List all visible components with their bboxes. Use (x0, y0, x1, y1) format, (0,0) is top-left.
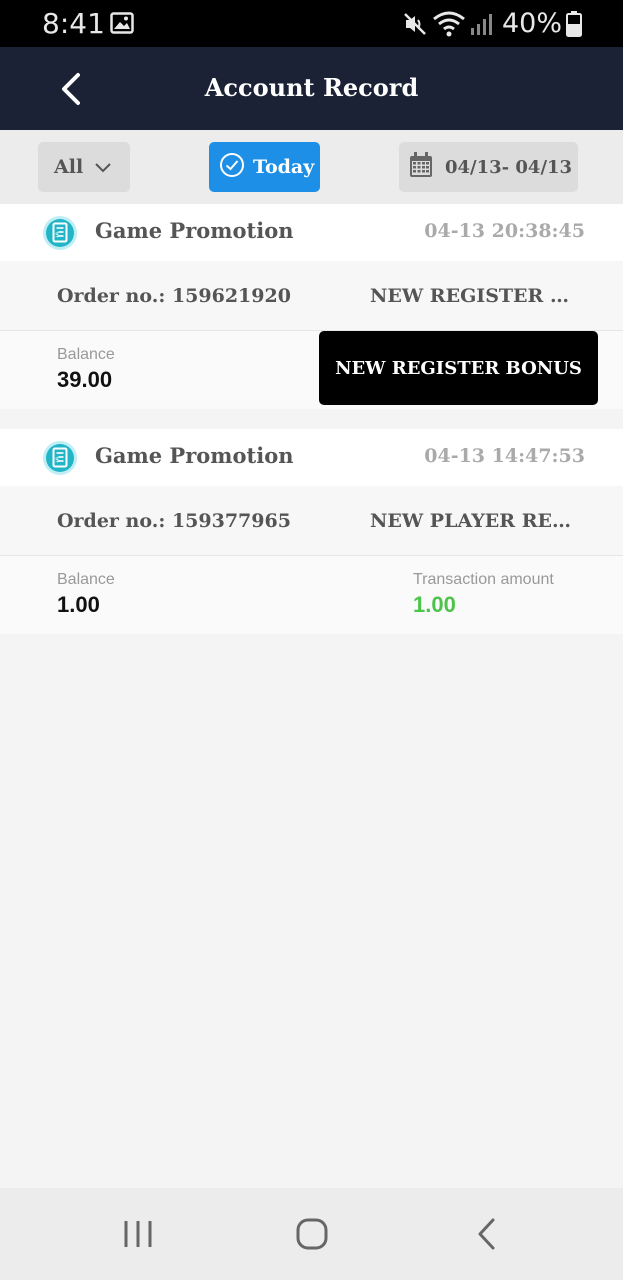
record-balance-row: Balance 1.00 Transaction amount 1.00 (0, 556, 623, 634)
balance-value: 39.00 (57, 367, 113, 392)
order-number: Order no.: 159377965 (57, 510, 291, 532)
order-description[interactable]: NEW PLAYER RED ... (370, 510, 580, 532)
home-icon[interactable] (295, 1217, 329, 1255)
balance-label: Balance (57, 571, 115, 588)
record-order-row: Order no.: 159377965 NEW PLAYER RED ... (0, 486, 623, 556)
signal-icon (470, 12, 496, 40)
calendar-icon (409, 152, 433, 182)
record-item[interactable]: $ Game Promotion 04-13 14:47:53 Order no… (0, 429, 623, 634)
balance-value: 1.00 (57, 592, 100, 617)
type-filter-label: All (54, 156, 84, 178)
record-time: 04-13 14:47:53 (424, 445, 585, 467)
status-bar: 8:41 40% (0, 0, 623, 47)
mute-icon (402, 11, 428, 41)
check-circle-icon (219, 152, 245, 182)
tooltip-text: NEW REGISTER BONUS (335, 357, 582, 379)
svg-text:$: $ (55, 231, 59, 239)
record-header: $ Game Promotion 04-13 20:38:45 (0, 204, 623, 261)
battery-icon (566, 11, 582, 41)
page-title: Account Record (204, 73, 419, 102)
svg-text:$: $ (55, 456, 59, 464)
filter-bar: All Today 04/13- 04/13 (0, 130, 623, 204)
today-filter-button[interactable]: Today (209, 142, 320, 192)
battery-percent: 40% (502, 8, 563, 39)
transaction-amount-label: Transaction amount (413, 571, 554, 588)
back-icon[interactable] (476, 1217, 498, 1255)
date-range-picker[interactable]: 04/13- 04/13 (399, 142, 578, 192)
record-type: Game Promotion (95, 443, 294, 468)
description-tooltip: NEW REGISTER BONUS (319, 331, 598, 405)
wifi-icon (432, 10, 466, 42)
record-header: $ Game Promotion 04-13 14:47:53 (0, 429, 623, 486)
status-time: 8:41 (42, 7, 105, 40)
type-filter-dropdown[interactable]: All (38, 142, 130, 192)
app-header: Account Record (0, 47, 623, 130)
record-order-row: Order no.: 159621920 NEW REGISTER BO... (0, 261, 623, 331)
transaction-amount-value: 1.00 (413, 592, 456, 617)
system-nav-bar (0, 1188, 623, 1280)
receipt-icon: $ (42, 215, 78, 251)
record-type: Game Promotion (95, 218, 294, 243)
balance-label: Balance (57, 346, 115, 363)
chevron-down-icon (95, 158, 111, 177)
order-description[interactable]: NEW REGISTER BO... (370, 285, 580, 307)
image-icon (110, 12, 134, 38)
record-time: 04-13 20:38:45 (424, 220, 585, 242)
receipt-icon: $ (42, 440, 78, 476)
date-range-label: 04/13- 04/13 (445, 156, 573, 178)
recent-apps-icon[interactable] (122, 1218, 154, 1254)
today-filter-label: Today (253, 156, 315, 178)
order-number: Order no.: 159621920 (57, 285, 291, 307)
